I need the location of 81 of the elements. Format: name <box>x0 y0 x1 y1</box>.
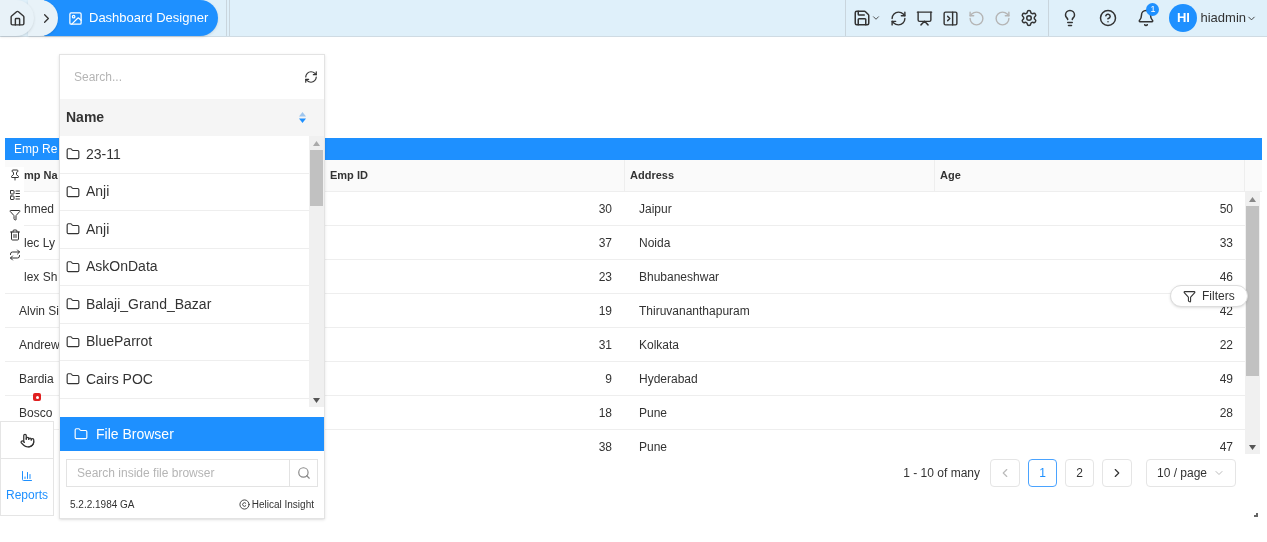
list-icon[interactable] <box>8 189 21 201</box>
search-field[interactable]: Search... <box>74 68 304 86</box>
record-icon <box>33 393 41 401</box>
table-cell: 46 <box>1219 269 1233 284</box>
user-menu[interactable]: hiadmin <box>1200 8 1257 28</box>
table-cell: Hyderabad <box>639 371 698 386</box>
table-cell: Alvin Si <box>19 303 59 318</box>
table-cell: hmed <box>24 201 55 216</box>
trash-icon[interactable] <box>8 229 21 241</box>
repeat-icon[interactable] <box>8 249 21 261</box>
table-cell: Thiruvananthapuram <box>639 303 750 318</box>
table-cell: Bardia <box>19 371 54 386</box>
home-icon <box>8 9 26 27</box>
scroll-down-icon[interactable] <box>313 397 320 403</box>
table-cell: 9 <box>605 371 612 386</box>
folder-icon <box>66 372 80 387</box>
table-cell: Kolkata <box>639 337 680 352</box>
search-field[interactable]: Search inside file browser <box>66 459 290 487</box>
settings-icon[interactable] <box>1020 9 1039 27</box>
table-cell: lex Sh <box>24 269 58 284</box>
filter-icon[interactable] <box>8 209 21 221</box>
folder-icon <box>66 334 80 349</box>
hand-pointer-icon <box>19 432 35 448</box>
page-range: 1 - 10 of many <box>903 465 980 482</box>
bar-chart-icon <box>21 470 33 482</box>
presentation-icon[interactable] <box>916 9 934 27</box>
table-cell: Pune <box>639 439 668 454</box>
column-header: mp Na <box>24 168 58 184</box>
pin-icon[interactable] <box>8 169 21 181</box>
table-cell: 33 <box>1219 235 1233 250</box>
refresh-icon[interactable] <box>304 70 318 84</box>
report-title: Emp Re <box>14 141 58 158</box>
table-cell: 18 <box>598 405 612 420</box>
table-cell: Pune <box>639 405 668 420</box>
version-text: 5.2.2.1984 GA <box>70 498 135 512</box>
filter-icon <box>1183 289 1196 303</box>
scrollbar-thumb[interactable] <box>310 150 323 206</box>
page-size-select[interactable]: 10 / page <box>1146 459 1236 487</box>
column-header: Age <box>940 168 961 184</box>
panel-icon[interactable] <box>942 9 960 27</box>
refresh-icon[interactable] <box>890 9 908 27</box>
notification-badge: 1 <box>1146 3 1160 16</box>
table-cell: Bosco <box>19 405 53 420</box>
table-cell: 22 <box>1219 337 1233 352</box>
table-cell: Andrew <box>19 337 60 352</box>
table-cell: Noida <box>639 235 671 250</box>
brand-text: Helical Insight <box>251 498 314 512</box>
image-icon <box>68 10 83 26</box>
table-cell: Jaipur <box>639 201 672 216</box>
folder-icon <box>66 222 80 237</box>
search-icon <box>296 466 311 480</box>
column-header: Emp ID <box>330 168 368 184</box>
home-button[interactable] <box>0 0 34 36</box>
folder-icon <box>66 184 80 199</box>
scroll-down-icon[interactable] <box>1249 444 1256 450</box>
table-cell: 47 <box>1219 439 1233 454</box>
copyright-icon <box>238 499 250 510</box>
table-cell: 50 <box>1219 201 1233 216</box>
table-cell: 28 <box>1219 405 1233 420</box>
table-cell: 49 <box>1219 371 1233 386</box>
table-cell: Bhubaneshwar <box>639 269 720 284</box>
table-cell: 30 <box>598 201 612 216</box>
table-cell: 38 <box>598 439 612 454</box>
folder-icon <box>66 259 80 274</box>
help-icon[interactable] <box>1099 9 1118 27</box>
table-cell: 23 <box>598 269 612 284</box>
column-header: Address <box>630 168 675 184</box>
folder-icon <box>66 297 80 312</box>
table-cell: 19 <box>598 303 612 318</box>
scroll-up-icon[interactable] <box>1249 196 1256 202</box>
filters-button[interactable]: Filters <box>1170 285 1248 307</box>
resize-handle-icon <box>1254 513 1258 517</box>
scrollbar-thumb[interactable] <box>1246 206 1259 376</box>
page-button[interactable]: 2 <box>1065 459 1094 487</box>
folder-icon <box>66 147 80 162</box>
table-cell: 31 <box>598 337 612 352</box>
folder-icon <box>74 427 88 441</box>
table-cell: 37 <box>598 235 612 250</box>
sort-icon[interactable] <box>299 112 306 123</box>
save-icon[interactable] <box>853 9 882 27</box>
table-cell: lec Ly <box>24 235 55 250</box>
